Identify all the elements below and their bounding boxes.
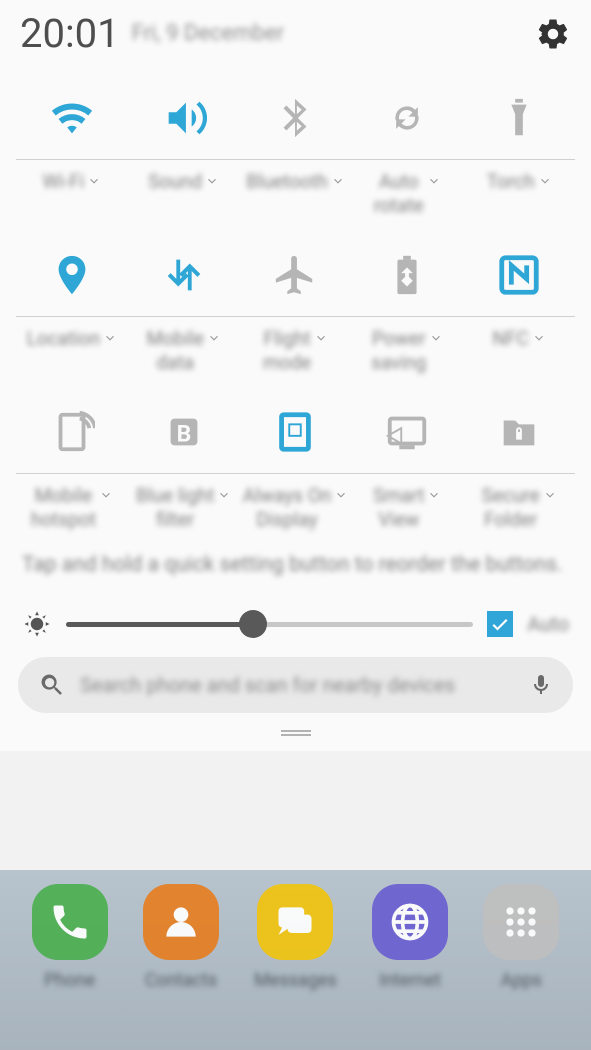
qs-tile-mobile-data[interactable]: Mobiledata — [128, 220, 240, 377]
globe-icon — [372, 884, 448, 960]
phone-icon — [32, 884, 108, 960]
qs-tile-sound[interactable]: Sound — [128, 63, 240, 220]
location-icon — [16, 240, 128, 310]
check-icon — [490, 614, 510, 634]
brightness-row: Auto — [0, 583, 591, 657]
chevron-down-icon[interactable] — [87, 174, 101, 188]
handle-icon — [281, 729, 311, 737]
cast-icon — [351, 397, 463, 467]
chevron-down-icon[interactable] — [205, 174, 219, 188]
chevron-down-icon[interactable] — [532, 331, 546, 345]
dock-item-internet[interactable]: Internet — [372, 884, 448, 991]
qs-label: Mobiledata — [146, 327, 203, 375]
qs-label: Flightmode — [263, 327, 311, 375]
qs-label: Mobilehotspot — [31, 484, 96, 532]
brightness-slider[interactable] — [66, 622, 473, 627]
qs-label: Sound — [148, 170, 202, 194]
secure-folder-icon — [463, 397, 575, 467]
qs-label: Torch — [487, 170, 535, 194]
battery-recycle-icon — [351, 240, 463, 310]
dock-item-messages[interactable]: Messages — [254, 884, 337, 991]
qs-tile-power-saving[interactable]: Powersaving — [351, 220, 463, 377]
sound-icon — [128, 83, 240, 153]
dock-background: Phone Contacts Messages Internet Apps — [0, 870, 591, 1050]
qs-label: Location — [27, 327, 101, 351]
chevron-down-icon[interactable] — [217, 488, 231, 502]
search-icon — [38, 671, 66, 699]
notification-panel: 20:01 Fri, 9 December Wi-Fi Sound — [0, 0, 591, 751]
rotate-icon — [351, 83, 463, 153]
dock-label: Internet — [379, 970, 441, 991]
bluetooth-icon — [240, 83, 352, 153]
dock-label: Messages — [254, 970, 337, 991]
gear-icon — [535, 16, 571, 52]
qs-tile-aod[interactable]: Always OnDisplay — [240, 377, 352, 534]
hotspot-icon — [16, 397, 128, 467]
qs-tile-secure-folder[interactable]: SecureFolder — [463, 377, 575, 534]
qs-tile-wifi[interactable]: Wi-Fi — [16, 63, 128, 220]
qs-tile-auto-rotate[interactable]: Autorotate — [351, 63, 463, 220]
clock-time: 20:01 — [20, 10, 120, 57]
qs-label: Always OnDisplay — [243, 484, 332, 532]
panel-handle[interactable] — [0, 723, 591, 751]
qs-tile-nfc[interactable]: NFC — [463, 220, 575, 377]
panel-header: 20:01 Fri, 9 December — [0, 0, 591, 63]
dock: Phone Contacts Messages Internet Apps — [0, 870, 591, 991]
chevron-down-icon[interactable] — [538, 174, 552, 188]
qs-label: Blue lightfilter — [136, 484, 214, 532]
brightness-slider-thumb[interactable] — [239, 610, 267, 638]
mobile-data-icon — [128, 240, 240, 310]
brightness-icon — [22, 609, 52, 639]
qs-tile-location[interactable]: Location — [16, 220, 128, 377]
qs-label: Autorotate — [374, 170, 424, 218]
chevron-down-icon[interactable] — [314, 331, 328, 345]
dock-item-phone[interactable]: Phone — [32, 884, 108, 991]
clock-date: Fri, 9 December — [132, 21, 284, 46]
qs-tile-torch[interactable]: Torch — [463, 63, 575, 220]
qs-label: NFC — [492, 327, 528, 351]
qs-label: Powersaving — [371, 327, 426, 375]
chevron-down-icon[interactable] — [331, 174, 345, 188]
chevron-down-icon[interactable] — [99, 488, 113, 502]
chevron-down-icon[interactable] — [427, 488, 441, 502]
airplane-icon — [240, 240, 352, 310]
messages-icon — [257, 884, 333, 960]
contacts-icon — [143, 884, 219, 960]
search-placeholder: Search phone and scan for nearby devices — [80, 673, 515, 697]
settings-button[interactable] — [535, 16, 571, 52]
blue-light-icon — [128, 397, 240, 467]
aod-icon — [240, 397, 352, 467]
qs-tile-mobile-hotspot[interactable]: Mobilehotspot — [16, 377, 128, 534]
qs-label: Wi-Fi — [42, 170, 84, 194]
dock-label: Phone — [44, 970, 95, 991]
qs-label: SecureFolder — [482, 484, 540, 532]
chevron-down-icon[interactable] — [427, 174, 441, 188]
qs-tile-bluetooth[interactable]: Bluetooth — [240, 63, 352, 220]
dock-label: Contacts — [145, 970, 217, 991]
chevron-down-icon[interactable] — [334, 488, 348, 502]
chevron-down-icon[interactable] — [207, 331, 221, 345]
qs-tile-blue-light[interactable]: Blue lightfilter — [128, 377, 240, 534]
chevron-down-icon[interactable] — [429, 331, 443, 345]
dock-item-apps[interactable]: Apps — [483, 884, 559, 991]
wifi-icon — [16, 83, 128, 153]
mic-icon[interactable] — [529, 673, 553, 697]
qs-label: SmartView — [373, 484, 424, 532]
reorder-hint: Tap and hold a quick setting button to r… — [0, 534, 591, 583]
chevron-down-icon[interactable] — [543, 488, 557, 502]
qs-tile-smart-view[interactable]: SmartView — [351, 377, 463, 534]
search-bar[interactable]: Search phone and scan for nearby devices — [18, 657, 573, 713]
quick-settings-grid: Wi-Fi Sound Bluetooth — [0, 63, 591, 534]
apps-grid-icon — [483, 884, 559, 960]
auto-brightness-checkbox[interactable] — [487, 611, 513, 637]
dock-item-contacts[interactable]: Contacts — [143, 884, 219, 991]
qs-label: Bluetooth — [246, 170, 327, 194]
chevron-down-icon[interactable] — [103, 331, 117, 345]
brightness-slider-fill — [66, 622, 253, 627]
auto-brightness-label: Auto — [527, 612, 569, 636]
torch-icon — [463, 83, 575, 153]
qs-tile-flight-mode[interactable]: Flightmode — [240, 220, 352, 377]
dock-label: Apps — [501, 970, 542, 991]
nfc-icon — [463, 240, 575, 310]
